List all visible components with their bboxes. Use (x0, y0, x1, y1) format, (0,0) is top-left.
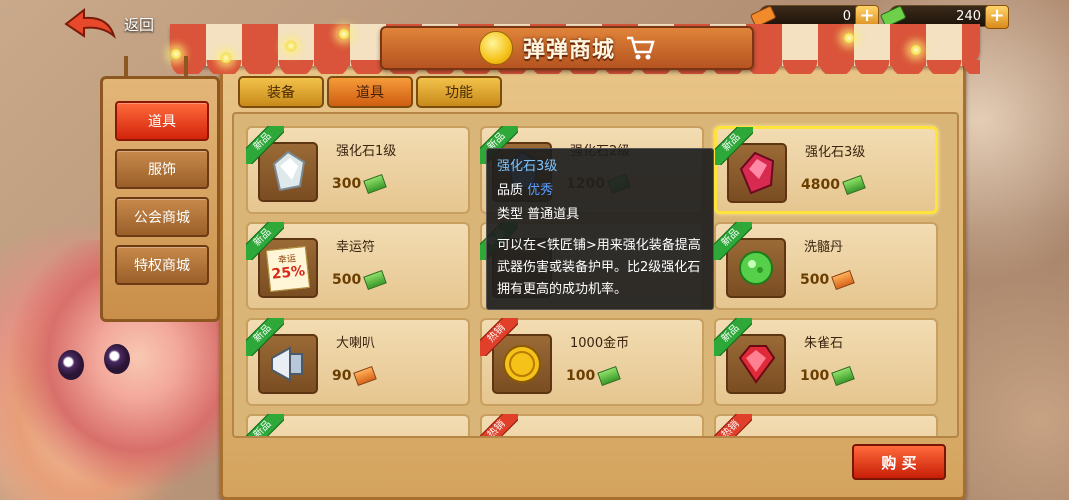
item-card[interactable]: 新品 强化石1级 300 (246, 126, 470, 214)
tab-function[interactable]: 功能 (416, 76, 502, 108)
light-bulb (910, 44, 922, 56)
light-bulb (285, 40, 297, 52)
item-card[interactable]: 热销 1000金币 100 (480, 318, 704, 406)
shopping-cart-icon (627, 36, 655, 60)
new-badge: 新品 (714, 222, 752, 260)
tooltip-quality-row: 品质 优秀 (497, 179, 553, 198)
lucky-charm-percent: 25% (270, 263, 306, 283)
light-bulb (338, 28, 350, 40)
item-price: 4800 (801, 175, 866, 195)
new-badge: 新品 (715, 127, 753, 165)
tooltip-description: 可以在<铁匠铺>用来强化装备提高武器伤害或装备护甲。比2级强化石拥有更高的成功机… (497, 238, 701, 297)
buy-button[interactable]: 购 买 (852, 444, 946, 480)
character-eye (104, 344, 130, 374)
light-bulb (170, 48, 182, 60)
item-price: 90 (332, 366, 378, 386)
tab-equipment[interactable]: 装备 (238, 76, 324, 108)
new-badge: 新品 (246, 126, 284, 164)
tooltip-quality-label: 品质 (497, 183, 524, 198)
item-card-selected[interactable]: 新品 强化石3级 4800 (714, 126, 938, 214)
cash-icon (597, 366, 622, 386)
item-card[interactable]: 新品 大喇叭 90 (246, 318, 470, 406)
new-badge: 新品 (714, 318, 752, 356)
item-price: 100 (800, 366, 856, 386)
hot-badge: 热销 (480, 414, 518, 436)
tab-items[interactable]: 道具 (327, 76, 413, 108)
hot-badge: 热销 (714, 414, 752, 436)
item-name: 幸运符 (336, 240, 376, 255)
light-bulb (843, 32, 855, 44)
item-card[interactable]: 新品 (246, 414, 470, 436)
new-badge: 新品 (246, 318, 284, 356)
chick-mascot-icon (478, 31, 513, 65)
tooltip-type-value: 普通道具 (527, 207, 580, 222)
category-sidebar: 道具 服饰 公会商城 特权商城 (100, 76, 220, 322)
tooltip-item-name: 强化石3级 (497, 159, 558, 174)
shop-title: 弹弹商城 (522, 38, 615, 63)
sidebar-item-guild-shop[interactable]: 公会商城 (115, 197, 209, 237)
item-card[interactable]: 热销 (480, 414, 704, 436)
item-price: 500 (332, 270, 388, 290)
cash-icon (363, 270, 388, 290)
item-name: 大喇叭 (336, 336, 376, 351)
sidebar-item-clothing[interactable]: 服饰 (115, 149, 209, 189)
voucher-icon (353, 366, 378, 386)
item-price: 300 (332, 174, 388, 194)
item-name: 1000金币 (570, 336, 630, 351)
shop-sign: 弹弹商城 (380, 26, 754, 70)
item-tooltip: 强化石3级 品质 优秀 类型 普通道具 可以在<铁匠铺>用来强化装备提高武器伤害… (486, 148, 714, 310)
light-bulb (220, 52, 232, 64)
tooltip-type-label: 类型 (497, 207, 524, 222)
item-name: 强化石1级 (336, 144, 397, 159)
new-badge: 新品 (246, 222, 284, 260)
hot-badge: 热销 (480, 318, 518, 356)
cash-icon (363, 174, 388, 194)
cash-icon (842, 175, 866, 195)
item-name: 强化石3级 (805, 145, 866, 160)
sidebar-item-items[interactable]: 道具 (115, 101, 209, 141)
add-cash-button[interactable]: + (985, 5, 1009, 29)
tooltip-quality-value: 优秀 (527, 183, 554, 198)
cash-icon (831, 366, 856, 386)
item-name: 朱雀石 (804, 336, 844, 351)
voucher-icon (831, 270, 856, 290)
item-card[interactable]: 热销 (714, 414, 938, 436)
item-price: 500 (800, 270, 856, 290)
item-card[interactable]: 幸运 25% 新品 幸运符 500 (246, 222, 470, 310)
item-name: 洗髓丹 (804, 240, 844, 255)
item-price: 100 (566, 366, 622, 386)
sidebar-item-vip-shop[interactable]: 特权商城 (115, 245, 209, 285)
new-badge: 新品 (246, 414, 284, 436)
character-eye (58, 350, 84, 380)
tooltip-type-row: 类型 普通道具 (497, 203, 579, 222)
item-card[interactable]: 新品 洗髓丹 500 (714, 222, 938, 310)
item-card[interactable]: 新品 朱雀石 100 (714, 318, 938, 406)
